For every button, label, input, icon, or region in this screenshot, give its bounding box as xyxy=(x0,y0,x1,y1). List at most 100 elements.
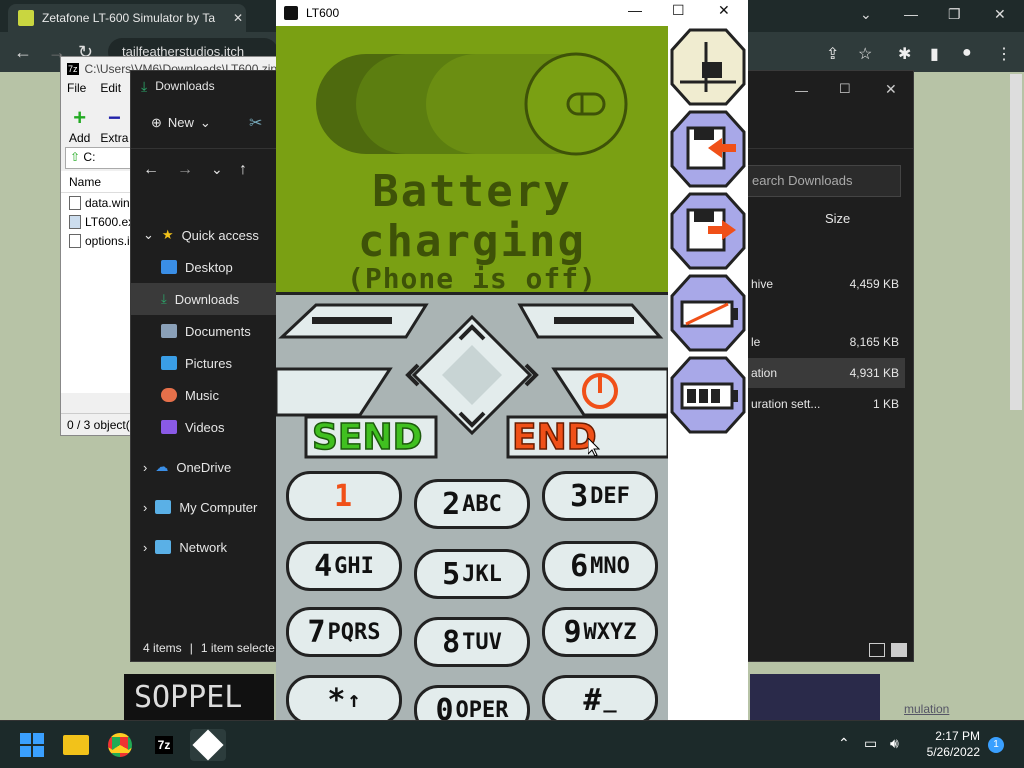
sidebar-item-onedrive[interactable]: › ☁ OneDrive xyxy=(131,451,277,483)
notification-badge[interactable]: 1 xyxy=(988,737,1004,753)
restore-icon[interactable]: ❐ xyxy=(948,6,961,23)
close-window-icon[interactable]: ✕ xyxy=(994,6,1006,23)
screen-line-2: charging xyxy=(358,216,586,267)
download-arrow-icon: ⤓ xyxy=(141,77,148,94)
desktop-icon xyxy=(161,260,177,274)
forward-icon[interactable]: → xyxy=(177,161,193,179)
sidebar-item-desktop[interactable]: Desktop xyxy=(131,251,277,283)
key-8[interactable]: 8 TUV xyxy=(414,617,530,667)
key-4[interactable]: 4 GHI xyxy=(286,541,402,591)
table-row[interactable]: hive 4,459 KB xyxy=(745,269,905,299)
details-view-icon[interactable] xyxy=(869,643,885,657)
close-tab-icon[interactable]: ✕ xyxy=(230,11,246,25)
chevron-down-icon: ⌄ xyxy=(199,115,211,130)
save-state-icon[interactable] xyxy=(670,192,746,270)
key-9[interactable]: 9 WXYZ xyxy=(542,607,658,657)
tray-chevron-icon[interactable]: ⌃ xyxy=(838,735,850,752)
sidebar-item-music[interactable]: Music xyxy=(131,379,277,411)
sidebar-item-videos[interactable]: Videos xyxy=(131,411,277,443)
sidebar-item-quick-access[interactable]: ⌄ ★ Quick access xyxy=(131,219,277,251)
tab-search-icon[interactable]: ⌄ xyxy=(860,6,872,23)
sidebar-item-documents[interactable]: Documents xyxy=(131,315,277,347)
load-save-icon[interactable] xyxy=(670,110,746,188)
explorer-status: 4 items | 1 item selecte xyxy=(143,641,275,655)
key-hash[interactable]: # _ xyxy=(542,675,658,725)
minimize-icon[interactable]: — xyxy=(628,2,642,18)
sevenzip-taskbar-icon[interactable]: 7z xyxy=(146,729,182,761)
sevenzip-logo-icon: 7z xyxy=(67,63,79,75)
browser-tab-title: Zetafone LT-600 Simulator by Ta xyxy=(42,11,215,25)
extract-button[interactable]: − Extra xyxy=(100,105,128,145)
profile-icon[interactable]: ● xyxy=(962,44,972,62)
up-icon[interactable]: ↑ xyxy=(239,161,247,179)
expand-chevron-icon: › xyxy=(143,499,148,515)
menu-kebab-icon[interactable]: ⋮ xyxy=(996,44,1012,64)
phone-screen: Battery charging (Phone is off) xyxy=(276,26,668,292)
lt600-taskbar-icon[interactable] xyxy=(190,729,226,761)
taskbar: 7z ⌃ ▭ 🔊︎ 1 xyxy=(0,720,1024,768)
recent-chevron-icon[interactable]: ⌄ xyxy=(211,161,223,178)
sidebar-item-my-computer[interactable]: › My Computer xyxy=(131,491,277,523)
sidebar-item-downloads[interactable]: ⤓ Downloads xyxy=(131,283,277,315)
minimize-icon[interactable]: — xyxy=(795,83,808,98)
search-downloads-input[interactable]: earch Downloads xyxy=(745,165,901,197)
new-button[interactable]: ⊕ New ⌄ xyxy=(151,115,211,131)
power-plug-icon[interactable] xyxy=(670,28,746,106)
side-panel-icon[interactable]: ▮ xyxy=(930,44,939,64)
table-row[interactable]: le 8,165 KB xyxy=(745,327,905,357)
battery-full-icon[interactable] xyxy=(670,356,746,434)
menu-edit[interactable]: Edit xyxy=(100,81,121,101)
key-5[interactable]: 5 JKL xyxy=(414,549,530,599)
tiles-view-icon[interactable] xyxy=(891,643,907,657)
webpage-game-thumbnail[interactable] xyxy=(750,674,880,720)
computer-icon xyxy=(155,500,172,514)
back-icon[interactable]: ← xyxy=(143,161,159,179)
up-folder-icon[interactable]: ⇧ xyxy=(70,150,80,164)
share-icon[interactable]: ⇪ xyxy=(826,44,839,64)
plus-circle-icon: ⊕ xyxy=(151,115,162,130)
file-icon xyxy=(69,195,81,210)
table-row[interactable]: uration sett... 1 KB xyxy=(745,389,905,419)
volume-icon[interactable]: 🔊︎ xyxy=(890,735,899,752)
expand-chevron-icon: › xyxy=(143,459,148,475)
key-star[interactable]: * ↑ xyxy=(286,675,402,725)
maximize-icon[interactable]: ☐ xyxy=(672,2,685,19)
minimize-icon[interactable]: — xyxy=(904,6,918,22)
close-icon[interactable]: ✕ xyxy=(718,2,730,19)
menu-file[interactable]: File xyxy=(67,81,86,101)
column-size-header[interactable]: Size xyxy=(825,211,850,226)
back-icon[interactable]: ← xyxy=(14,42,32,63)
key-6[interactable]: 6 MNO xyxy=(542,541,658,591)
key-3[interactable]: 3 DEF xyxy=(542,471,658,521)
battery-low-icon[interactable] xyxy=(670,274,746,352)
webpage-link[interactable]: mulation xyxy=(904,702,949,716)
key-2[interactable]: 2 ABC xyxy=(414,479,530,529)
browser-tab[interactable]: Zetafone LT-600 Simulator by Ta ✕ xyxy=(8,4,246,32)
star-icon: ★ xyxy=(161,227,174,242)
table-row[interactable]: ation 4,931 KB xyxy=(745,358,905,388)
lt600-window: LT600 — ☐ ✕ Battery charging (Phone is o… xyxy=(276,0,748,735)
taskbar-clock[interactable]: 2:17 PM 5/26/2022 xyxy=(927,728,980,760)
key-1[interactable]: 1 xyxy=(286,471,402,521)
chrome-icon[interactable] xyxy=(102,729,138,761)
close-icon[interactable]: ✕ xyxy=(885,81,897,98)
expand-chevron-icon: › xyxy=(143,539,148,555)
start-windows-icon[interactable] xyxy=(14,729,50,761)
end-label: END xyxy=(511,416,597,459)
maximize-icon[interactable]: ☐ xyxy=(839,81,851,97)
mouse-cursor-icon xyxy=(588,438,600,456)
exe-icon xyxy=(69,214,81,229)
extensions-icon[interactable]: ✱ xyxy=(898,44,911,64)
add-button[interactable]: + Add xyxy=(69,105,90,145)
documents-icon xyxy=(161,324,177,338)
file-explorer-icon[interactable] xyxy=(58,729,94,761)
bookmark-star-icon[interactable]: ☆ xyxy=(858,44,872,64)
sidebar-item-network[interactable]: › Network xyxy=(131,531,277,563)
key-7[interactable]: 7 PQRS xyxy=(286,607,402,657)
pictures-icon xyxy=(161,356,177,370)
cut-icon[interactable]: ✂ xyxy=(249,113,262,133)
sidebar-item-pictures[interactable]: Pictures xyxy=(131,347,277,379)
network-icon xyxy=(155,540,172,554)
network-tray-icon[interactable]: ▭ xyxy=(864,735,877,752)
page-scrollbar[interactable] xyxy=(1010,74,1022,410)
